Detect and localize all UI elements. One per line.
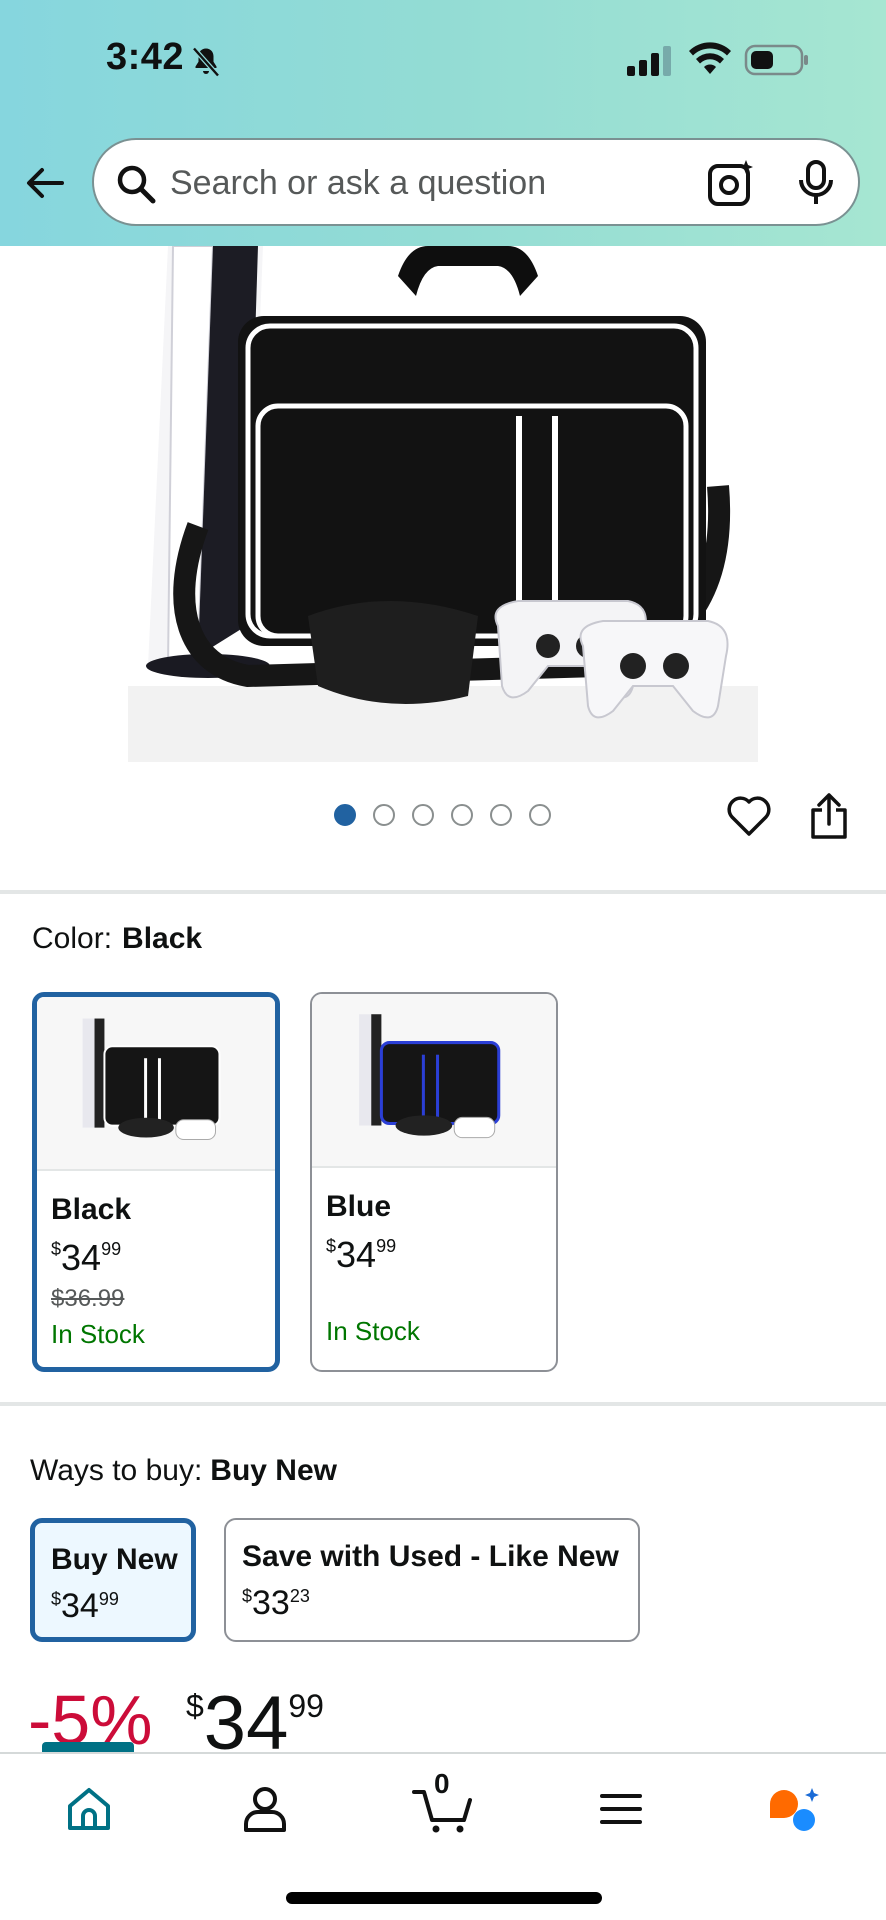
battery-icon: [744, 44, 808, 76]
heart-icon[interactable]: [726, 794, 772, 838]
bell-off-icon: [192, 46, 220, 78]
ways-to-buy-label: Ways to buy: Buy New: [30, 1454, 337, 1487]
cellular-signal-icon: [627, 46, 671, 76]
image-dot[interactable]: [412, 804, 434, 826]
account-icon[interactable]: [240, 1784, 290, 1834]
image-dot[interactable]: [373, 804, 395, 826]
buy-option-title: Save with Used - Like New: [242, 1540, 619, 1573]
status-time: 3:42: [106, 36, 185, 78]
camera-lens-icon[interactable]: [706, 158, 756, 208]
back-arrow-icon[interactable]: [22, 160, 68, 206]
home-icon[interactable]: [64, 1784, 114, 1834]
image-dot[interactable]: [529, 804, 551, 826]
stock-status: In Stock: [51, 1319, 145, 1349]
product-image[interactable]: [128, 246, 758, 762]
color-option-blue[interactable]: Blue $3499 In Stock: [310, 992, 558, 1372]
header: 3:42 Search or ask a question: [0, 0, 886, 246]
image-dot[interactable]: [334, 804, 356, 826]
color-thumbnail: [37, 997, 275, 1171]
wifi-icon: [689, 42, 731, 74]
color-selector-label: Color: Black: [32, 922, 203, 955]
color-name: Black: [51, 1193, 132, 1226]
selected-buy-option: Buy New: [210, 1454, 337, 1487]
microphone-icon[interactable]: [796, 160, 836, 206]
rufus-assistant-icon[interactable]: [766, 1784, 822, 1834]
search-input[interactable]: Search or ask a question: [170, 164, 546, 203]
buy-option-price: $3499: [51, 1587, 119, 1625]
home-indicator: [286, 1892, 602, 1904]
image-dot[interactable]: [490, 804, 512, 826]
active-tab-indicator: [42, 1742, 134, 1752]
image-dot[interactable]: [451, 804, 473, 826]
share-icon[interactable]: [808, 792, 850, 840]
buy-option-title: Buy New: [51, 1543, 178, 1576]
divider: [0, 1402, 886, 1406]
color-price: $3499: [51, 1237, 122, 1278]
color-thumbnail: [312, 994, 556, 1168]
search-bar[interactable]: Search or ask a question: [92, 138, 860, 226]
menu-icon[interactable]: [596, 1784, 646, 1834]
buy-option-price: $3323: [242, 1584, 310, 1622]
color-option-black[interactable]: Black $3499 $36.99 In Stock: [32, 992, 280, 1372]
cart-count-badge: 0: [434, 1768, 450, 1799]
search-icon: [117, 165, 156, 204]
divider: [0, 890, 886, 894]
list-price: $36.99: [51, 1285, 125, 1312]
color-name: Blue: [326, 1190, 392, 1223]
buy-option-used[interactable]: Save with Used - Like New $3323: [224, 1518, 640, 1642]
color-price: $3499: [326, 1234, 397, 1275]
buy-option-new[interactable]: Buy New $3499: [30, 1518, 196, 1642]
stock-status: In Stock: [326, 1316, 420, 1346]
selected-color: Black: [122, 922, 203, 955]
